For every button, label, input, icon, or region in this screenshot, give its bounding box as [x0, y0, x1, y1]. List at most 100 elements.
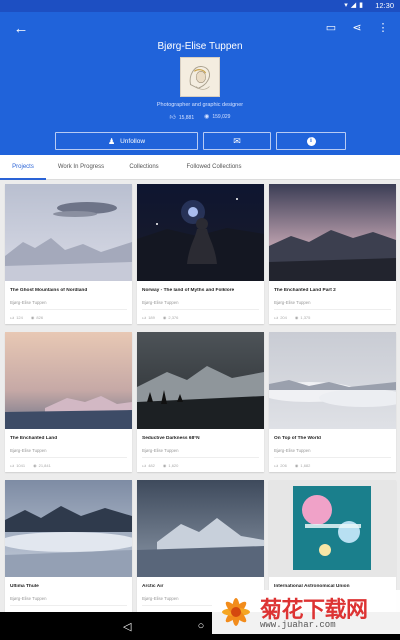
back-arrow-icon[interactable]: ←	[12, 20, 30, 38]
profile-header: ← ▭ ⋖ ⋮ Bjørg-Elise Tuppen Photographer …	[0, 12, 400, 155]
project-card[interactable]: Seductive Darkness 68°N Bjørg-Elise Tupp…	[137, 332, 264, 472]
avatar[interactable]	[180, 57, 220, 97]
project-title[interactable]: Seductive Darkness 68°N	[142, 436, 260, 441]
toolbar-actions: ▭ ⋖ ⋮	[324, 21, 390, 34]
profile-tagline: Photographer and graphic designer	[156, 102, 244, 108]
appreciations-count: 15,881	[178, 115, 195, 121]
project-card[interactable]: The Ghost Mountains of Nordland Bjørg-El…	[5, 184, 132, 324]
views-count: 2,376	[168, 315, 179, 320]
eye-icon: ◉	[162, 463, 167, 468]
card-divider	[142, 309, 259, 310]
info-icon: i	[306, 136, 316, 146]
likes-count: 189	[148, 315, 155, 320]
project-card[interactable]: The Enchanted Land Bjørg-Elise Tuppen 👍︎…	[5, 332, 132, 472]
project-thumbnail[interactable]	[269, 480, 396, 577]
thumbs-up-icon: 👍︎	[142, 463, 147, 468]
project-thumbnail[interactable]	[5, 480, 132, 577]
views-count: 1,682	[300, 463, 311, 468]
views-count: 159,029	[212, 114, 231, 120]
project-metrics: 👍︎ 1041 ◉ 21,841	[10, 463, 51, 469]
project-author[interactable]: Bjørg-Elise Tuppen	[274, 448, 311, 453]
project-thumbnail[interactable]	[5, 184, 132, 281]
person-icon: ♟	[107, 136, 116, 146]
likes-count: 204	[280, 315, 287, 320]
project-thumbnail[interactable]	[137, 184, 264, 281]
eye-icon: ◉	[162, 315, 167, 320]
profile-tabs: Projects Work In Progress Collections Fo…	[0, 155, 400, 180]
project-card[interactable]: On Top of The World Bjørg-Elise Tuppen 👍…	[269, 332, 396, 472]
avatar-illustration	[181, 58, 219, 96]
thumbs-up-icon: 👍︎	[274, 315, 279, 320]
unfollow-button[interactable]: ♟ Unfollow	[55, 132, 198, 150]
back-nav-icon[interactable]: ◁	[123, 620, 131, 633]
project-author[interactable]: Bjørg-Elise Tuppen	[10, 300, 47, 305]
card-divider	[274, 457, 391, 458]
share-icon[interactable]: ⋖	[350, 21, 364, 34]
eye-icon: ◉	[33, 463, 37, 468]
home-nav-icon[interactable]: ○	[198, 620, 205, 632]
watermark-url: www.juahar.com	[260, 620, 336, 630]
eye-icon: ◉	[294, 315, 299, 320]
card-divider	[10, 457, 127, 458]
views-count: 21,841	[38, 463, 51, 468]
project-metrics: 👍︎ 204 ◉ 1,375	[274, 315, 310, 321]
tab-work-in-progress[interactable]: Work In Progress	[46, 155, 116, 180]
profile-stats: 👍︎ 15,881 ◉ 159,029	[0, 113, 400, 121]
project-title[interactable]: Arctic Air	[142, 584, 260, 589]
likes-count: 482	[148, 463, 155, 468]
thumbs-up-icon: 👍︎	[142, 315, 147, 320]
project-thumbnail[interactable]	[137, 480, 264, 577]
mail-icon: ✉	[233, 135, 241, 146]
likes-count: 206	[280, 463, 287, 468]
project-author[interactable]: Bjørg-Elise Tuppen	[274, 300, 311, 305]
cast-icon[interactable]: ▭	[324, 21, 338, 34]
project-title[interactable]: Ultima Thule	[10, 584, 128, 589]
project-thumbnail[interactable]	[269, 332, 396, 429]
project-author[interactable]: Bjørg-Elise Tuppen	[142, 448, 179, 453]
project-metrics: 👍︎ 482 ◉ 1,620	[142, 463, 178, 469]
status-icons: ▾◢▮	[344, 2, 366, 9]
project-thumbnail[interactable]	[137, 332, 264, 429]
project-metrics: 👍︎ 189 ◉ 2,376	[142, 315, 178, 321]
project-title[interactable]: The Enchanted Land	[10, 436, 128, 441]
card-divider	[10, 605, 127, 606]
likes-count: 1041	[16, 463, 26, 468]
project-title[interactable]: On Top of The World	[274, 436, 392, 441]
message-button[interactable]: ✉	[203, 132, 271, 150]
project-title[interactable]: International Astronomical Union	[274, 584, 392, 589]
eye-icon: ◉	[30, 315, 35, 320]
project-card[interactable]: The Enchanted Land Part 2 Bjørg-Elise Tu…	[269, 184, 396, 324]
project-author[interactable]: Bjørg-Elise Tuppen	[142, 596, 179, 601]
tab-followed-collections[interactable]: Followed Collections	[172, 155, 256, 180]
project-card[interactable]: Norway - The land of Myths and Folklore …	[137, 184, 264, 324]
project-author[interactable]: Bjørg-Elise Tuppen	[10, 596, 47, 601]
thumbs-up-icon: 👍︎	[10, 463, 15, 468]
profile-name: Bjørg-Elise Tuppen	[157, 41, 243, 52]
eye-icon: ◉	[204, 114, 210, 120]
project-card[interactable]: Ultima Thule Bjørg-Elise Tuppen	[5, 480, 132, 620]
views-count: 1,620	[168, 463, 179, 468]
tab-projects[interactable]: Projects	[0, 155, 46, 180]
project-title[interactable]: Norway - The land of Myths and Folklore	[142, 288, 260, 293]
card-divider	[274, 309, 391, 310]
project-author[interactable]: Bjørg-Elise Tuppen	[10, 448, 47, 453]
likes-count: 124	[16, 315, 23, 320]
info-button[interactable]: i	[276, 132, 346, 150]
project-thumbnail[interactable]	[269, 184, 396, 281]
project-title[interactable]: The Ghost Mountains of Nordland	[10, 288, 128, 293]
unfollow-label: Unfollow	[120, 137, 146, 145]
appreciations-stat: 👍︎ 15,881	[170, 113, 195, 121]
project-title[interactable]: The Enchanted Land Part 2	[274, 288, 392, 293]
thumbs-up-icon: 👍︎	[274, 463, 279, 468]
project-thumbnail[interactable]	[5, 332, 132, 429]
eye-icon: ◉	[294, 463, 299, 468]
tab-collections[interactable]: Collections	[116, 155, 172, 180]
views-count: 1,375	[300, 315, 311, 320]
card-divider	[10, 309, 127, 310]
overflow-menu-icon[interactable]: ⋮	[376, 21, 390, 34]
project-author[interactable]: Bjørg-Elise Tuppen	[142, 300, 179, 305]
views-count: 826	[36, 315, 44, 320]
project-metrics: 👍︎ 206 ◉ 1,682	[274, 463, 310, 469]
views-stat: ◉ 159,029	[204, 113, 230, 121]
status-time: 12:30	[375, 1, 394, 10]
